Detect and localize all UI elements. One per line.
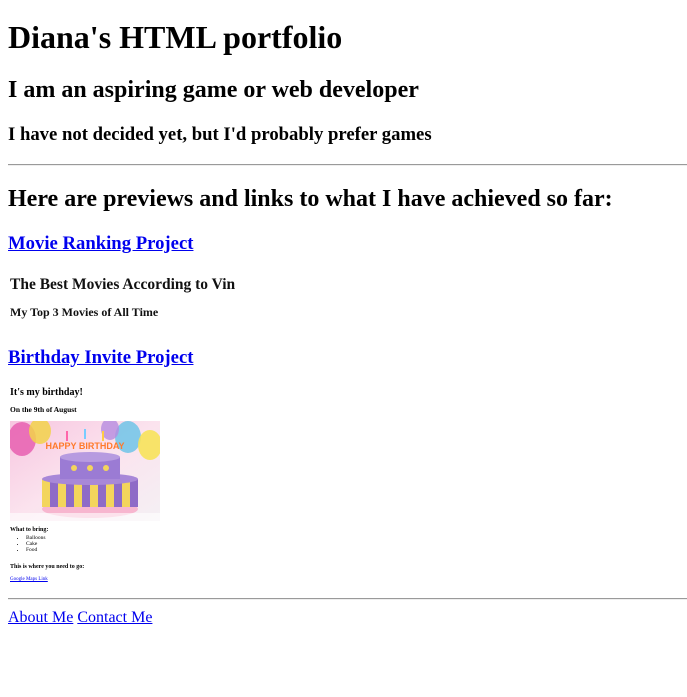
about-me-link[interactable]: About Me xyxy=(8,609,73,626)
birthday-cake-image: HAPPY BIRTHDAY xyxy=(10,421,160,521)
divider-top xyxy=(8,164,687,166)
bring-item: Food xyxy=(26,547,46,553)
movie-ranking-project-link[interactable]: Movie Ranking Project xyxy=(8,233,193,255)
projects-intro: Here are previews and links to what I ha… xyxy=(8,186,613,212)
location-heading: This is where you need to go: xyxy=(10,564,85,570)
cake-topper-text: HAPPY BIRTHDAY xyxy=(45,441,124,451)
movie-preview-subheading: My Top 3 Movies of All Time xyxy=(10,305,159,319)
birthday-invite-project-link[interactable]: Birthday Invite Project xyxy=(8,347,193,369)
divider-bottom xyxy=(8,598,687,600)
page-tagline: I am an aspiring game or web developer xyxy=(8,77,419,103)
footer-nav: About Me Contact Me xyxy=(8,608,152,628)
contact-me-link[interactable]: Contact Me xyxy=(77,609,152,626)
movie-ranking-preview: The Best Movies According to Vin My Top … xyxy=(8,270,308,330)
birthday-preview-date: On the 9th of August xyxy=(10,405,77,414)
page-title: Diana's HTML portfolio xyxy=(8,19,343,55)
movie-preview-heading: The Best Movies According to Vin xyxy=(10,276,236,293)
bring-heading: What to bring: xyxy=(10,527,49,533)
page-subtitle: I have not decided yet, but I'd probably… xyxy=(8,124,432,145)
birthday-preview-heading: It's my birthday! xyxy=(10,387,83,398)
google-maps-link: Google Maps Link xyxy=(10,577,48,582)
bring-list: Balloons Cake Food xyxy=(18,535,46,553)
birthday-invite-preview: It's my birthday! On the 9th of August H… xyxy=(8,382,208,588)
